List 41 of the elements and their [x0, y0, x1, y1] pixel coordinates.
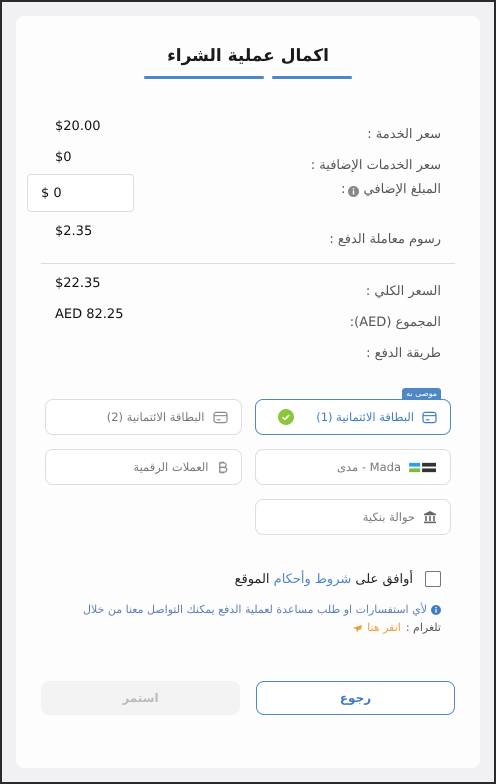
help-note: لأي استفسارات او طلب مساعدة لعملية الدفع يمكنك التواصل معنا من خلال	[83, 602, 427, 618]
payment-option[interactable]: حوالة بنكية	[254, 499, 451, 535]
option-label: Mada - مدى	[337, 460, 401, 474]
check-icon	[278, 409, 294, 425]
field-label: طريقة الدفع :	[366, 346, 441, 361]
bank-icon	[423, 510, 437, 524]
price-value: $22.35	[55, 276, 100, 291]
option-label: حوالة بنكية	[362, 510, 415, 524]
terms-text: أوافق على شروط وأحكام الموقع	[234, 572, 413, 586]
colon-text: :	[341, 182, 346, 197]
mada-logo-icon	[409, 460, 437, 474]
info-icon	[348, 186, 359, 197]
field-label: السعر الكلي :	[366, 284, 441, 299]
field-label: رسوم معاملة الدفع :	[329, 232, 441, 247]
channel-label: تلغرام :	[406, 620, 441, 636]
payment-option[interactable]: البطاقة الائتمانية (1)	[254, 399, 451, 435]
price-value: AED 82.25	[55, 307, 124, 322]
credit-card-icon	[422, 410, 437, 424]
terms-link[interactable]: شروط وأحكام	[274, 572, 352, 586]
recommended-badge: موصى به	[402, 388, 441, 399]
paper-plane-icon	[353, 624, 362, 632]
payment-option[interactable]: البطاقة الائتمانية (2)	[45, 399, 242, 435]
field-label: المبلغ الإضافي	[364, 182, 441, 197]
field-label: المجموع (AED):	[350, 315, 441, 330]
bitcoin-icon	[216, 460, 228, 474]
option-label: البطاقة الائتمانية (1)	[316, 410, 414, 424]
page-title: اكمال عملية الشراء	[167, 46, 329, 66]
terms-checkbox[interactable]	[425, 571, 441, 587]
option-label: العملات الرقمية	[133, 460, 208, 474]
field-label: سعر الخدمات الإضافية :	[310, 158, 441, 173]
option-label: البطاقة الائتمانية (2)	[106, 410, 204, 424]
credit-card-icon	[212, 410, 228, 424]
amount-input[interactable]: $ 0	[27, 174, 134, 212]
field-label: سعر الخدمة :	[367, 127, 441, 142]
price-value: $2.35	[55, 224, 92, 239]
payment-option[interactable]: Mada - مدى	[254, 449, 451, 485]
info-icon	[431, 605, 441, 615]
payment-option[interactable]: العملات الرقمية	[45, 449, 242, 485]
price-value: $20.00	[55, 119, 100, 134]
price-value: $0	[55, 150, 72, 165]
back-button[interactable]: رجوع	[256, 681, 455, 715]
